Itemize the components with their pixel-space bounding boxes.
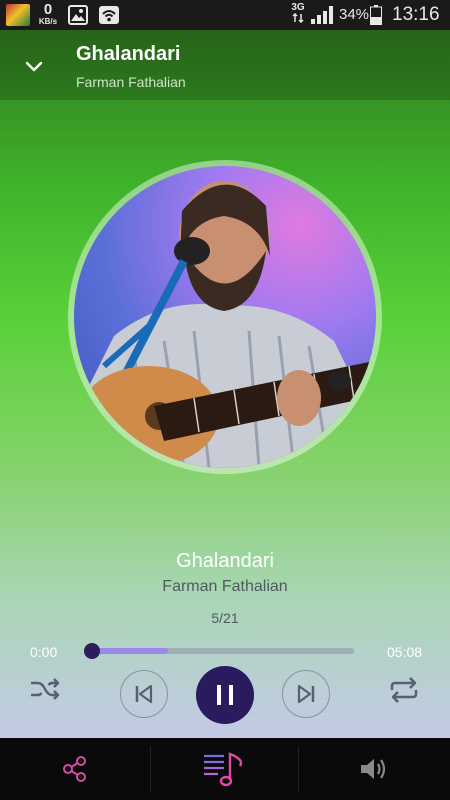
status-bar: 0 KB/s 3G 34% 13:16 [0,0,450,30]
album-art [74,166,376,468]
seek-bar-buffered [92,648,168,654]
repeat-button[interactable] [384,670,424,710]
header-artist-name: Farman Fathalian [76,74,186,90]
network-speed-value: 0 [43,1,53,18]
skip-previous-icon [135,684,153,704]
pause-icon [217,685,233,705]
previous-button[interactable] [120,670,168,718]
network-type: 3G [290,2,306,26]
album-art-frame [68,160,382,474]
seek-bar-thumb[interactable] [84,643,100,659]
next-button[interactable] [282,670,330,718]
shuffle-icon [31,678,60,700]
header-song-title: Ghalandari [76,43,181,65]
player-header: Ghalandari Farman Fathalian [0,30,450,100]
wifi-icon [98,5,120,30]
now-playing-screen: Ghalandari Farman Fathalian Ghalandari F… [0,30,450,738]
battery-icon [370,5,382,30]
clock: 13:16 [392,4,440,25]
bottom-action-bar [0,738,450,800]
collapse-button[interactable] [14,46,54,86]
share-button[interactable] [0,738,150,800]
share-icon [63,756,86,782]
gallery-icon [68,5,88,30]
chevron-down-icon [25,61,43,72]
current-time: 0:00 [30,644,58,660]
volume-button[interactable] [298,738,450,800]
network-speed-unit: KB/s [38,17,58,26]
repeat-icon [390,677,418,703]
data-arrows-icon [292,12,304,24]
seek-bar[interactable] [92,648,354,654]
signal-icon [310,6,334,29]
pause-button[interactable] [196,666,254,724]
network-speed: 0 KB/s [36,2,60,27]
playlist-button[interactable] [150,738,298,800]
track-position: 5/21 [211,610,239,626]
notification-thumbnail-icon [6,4,30,26]
artist-guitar-photo [74,181,376,468]
battery-percent: 34% [339,6,370,23]
total-time: 05:08 [387,644,423,660]
artist-name: Farman Fathalian [162,578,288,595]
playlist-music-icon [204,752,243,787]
song-title: Ghalandari [176,550,274,572]
skip-next-icon [297,684,315,704]
shuffle-button[interactable] [25,670,65,710]
volume-icon [361,759,386,779]
